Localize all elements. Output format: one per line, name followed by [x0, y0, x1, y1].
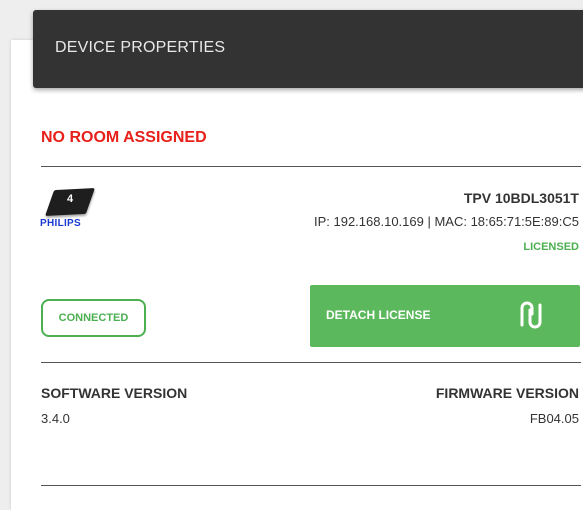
license-status: LICENSED	[523, 241, 579, 253]
detach-license-button[interactable]: DETACH LICENSE	[310, 285, 580, 347]
card-header: DEVICE PROPERTIES	[33, 10, 583, 88]
device-network-info: IP: 192.168.10.169 | MAC: 18:65:71:5E:89…	[313, 214, 579, 229]
software-version-label: SOFTWARE VERSION	[41, 385, 188, 401]
device-logo-number: 4	[67, 193, 74, 205]
device-model: TPV 10BDL3051T	[463, 190, 579, 206]
brand-label: PHILIPS	[40, 218, 81, 229]
firmware-version-label: FIRMWARE VERSION	[435, 385, 579, 401]
divider	[41, 485, 581, 486]
connected-badge: CONNECTED	[41, 299, 146, 337]
device-logo: 4 PHILIPS	[40, 186, 110, 234]
firmware-version-value: FB04.05	[529, 411, 579, 426]
detach-license-label: DETACH LICENSE	[326, 308, 431, 322]
card-title: DEVICE PROPERTIES	[55, 39, 226, 56]
room-status: NO ROOM ASSIGNED	[41, 129, 207, 146]
connected-label: CONNECTED	[58, 312, 129, 324]
device-properties-card	[11, 40, 583, 510]
divider	[41, 166, 581, 167]
software-version-value: 3.4.0	[41, 411, 70, 426]
unlink-icon	[520, 301, 542, 329]
divider	[41, 362, 581, 363]
